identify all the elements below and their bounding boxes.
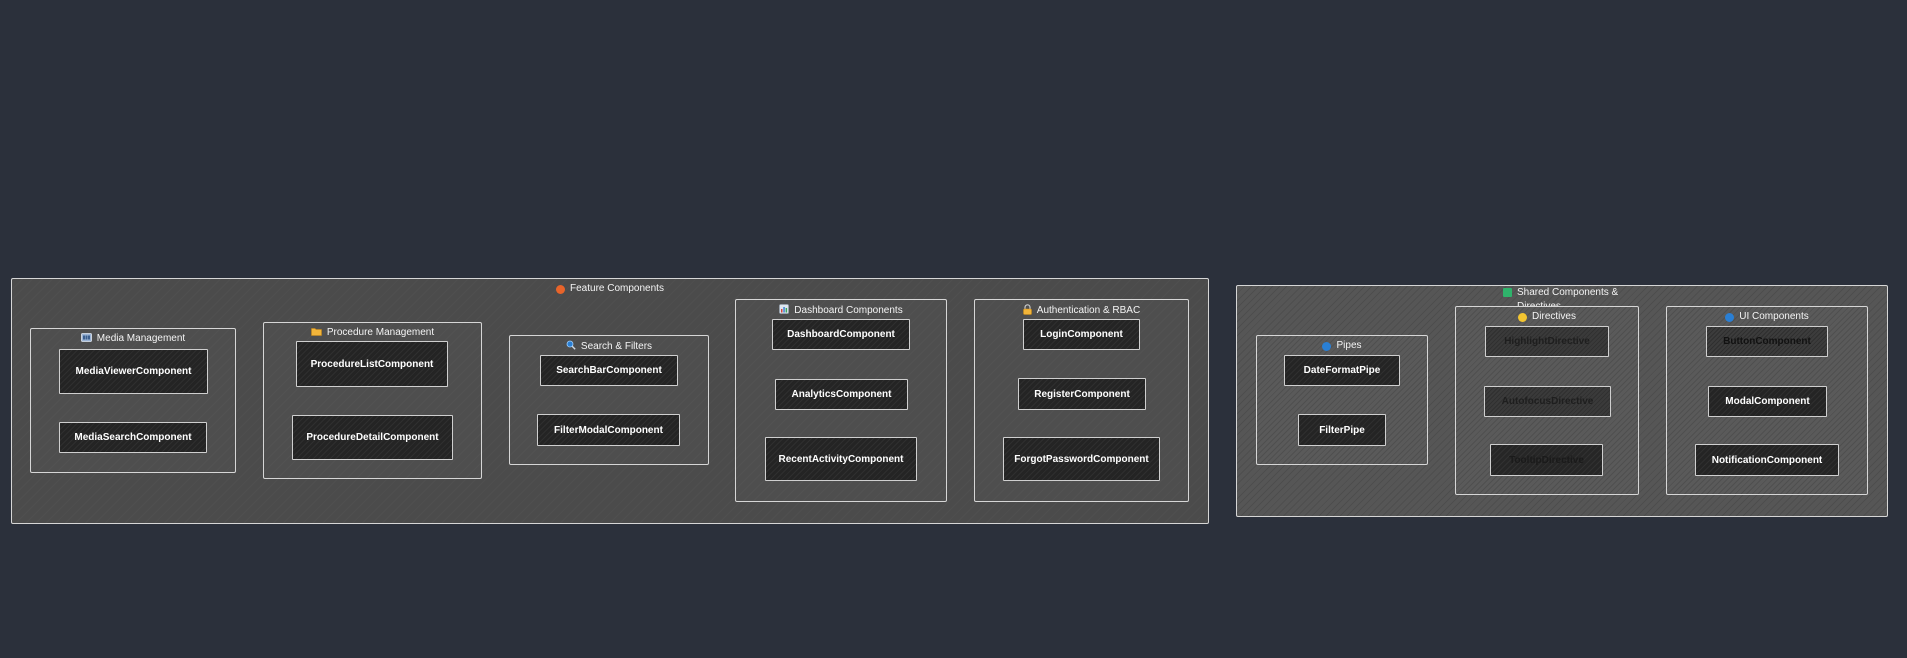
orange-circle-icon	[556, 284, 566, 294]
directives-label: Directives	[1532, 311, 1576, 322]
highlight-directive[interactable]: HighlightDirective	[1485, 326, 1609, 357]
folder-icon	[311, 327, 322, 339]
pipes-label: Pipes	[1336, 340, 1362, 351]
directives-title: Directives	[1456, 311, 1638, 323]
filter-modal-component[interactable]: FilterModalComponent	[537, 414, 680, 446]
media-management-label: Media Management	[96, 333, 186, 344]
notification-component[interactable]: NotificationComponent	[1695, 444, 1839, 476]
procedure-list-component[interactable]: ProcedureListComponent	[296, 341, 448, 387]
media-management-title: Media Management	[31, 333, 235, 345]
filter-pipe[interactable]: FilterPipe	[1298, 414, 1386, 446]
login-component[interactable]: LoginComponent	[1023, 319, 1140, 350]
procedure-management-title: Procedure Management	[264, 327, 481, 339]
green-square-icon	[1503, 288, 1512, 297]
search-filters-label: Search & Filters	[580, 340, 653, 352]
yellow-circle-icon	[1518, 312, 1528, 322]
media-search-component[interactable]: MediaSearchComponent	[59, 422, 207, 453]
forgot-password-component[interactable]: ForgotPasswordComponent	[1003, 437, 1160, 481]
diagram-canvas: Feature Components Media Management Medi…	[0, 0, 1907, 658]
tooltip-directive[interactable]: TooltipDirective	[1490, 444, 1603, 476]
procedure-management-label: Procedure Management	[326, 327, 435, 338]
dashboard-components-title: Dashboard Components	[736, 304, 946, 317]
shared-components-label: Shared Components & Directives	[1517, 287, 1619, 306]
date-format-pipe[interactable]: DateFormatPipe	[1284, 355, 1400, 386]
authentication-rbac-title: Authentication & RBAC	[975, 304, 1188, 318]
bar-chart-icon	[779, 304, 790, 317]
authentication-rbac-label: Authentication & RBAC	[1036, 305, 1141, 316]
register-component[interactable]: RegisterComponent	[1018, 378, 1146, 410]
blue-circle-icon	[1322, 341, 1332, 351]
shared-components-title: Shared Components & Directives	[1237, 286, 1887, 306]
feature-components-title: Feature Components	[12, 283, 1208, 295]
search-filters-title: Search & Filters	[510, 340, 708, 353]
recent-activity-component[interactable]: RecentActivityComponent	[765, 437, 917, 481]
media-viewer-component[interactable]: MediaViewerComponent	[59, 349, 208, 394]
analytics-component[interactable]: AnalyticsComponent	[775, 379, 908, 410]
modal-component[interactable]: ModalComponent	[1708, 386, 1827, 417]
dashboard-component[interactable]: DashboardComponent	[772, 319, 910, 350]
ui-components-label: UI Components	[1739, 311, 1809, 322]
magnifier-icon	[566, 340, 576, 353]
film-frames-icon	[80, 333, 92, 345]
procedure-detail-component[interactable]: ProcedureDetailComponent	[292, 415, 453, 460]
blue-circle-icon	[1725, 312, 1735, 322]
dashboard-components-label: Dashboard Components	[794, 304, 903, 316]
feature-components-label: Feature Components	[570, 283, 664, 294]
button-component[interactable]: ButtonComponent	[1706, 326, 1828, 357]
search-bar-component[interactable]: SearchBarComponent	[540, 355, 678, 386]
ui-components-title: UI Components	[1667, 311, 1867, 323]
autofocus-directive[interactable]: AutofocusDirective	[1484, 386, 1611, 417]
lock-icon	[1022, 304, 1032, 318]
pipes-title: Pipes	[1257, 340, 1427, 352]
